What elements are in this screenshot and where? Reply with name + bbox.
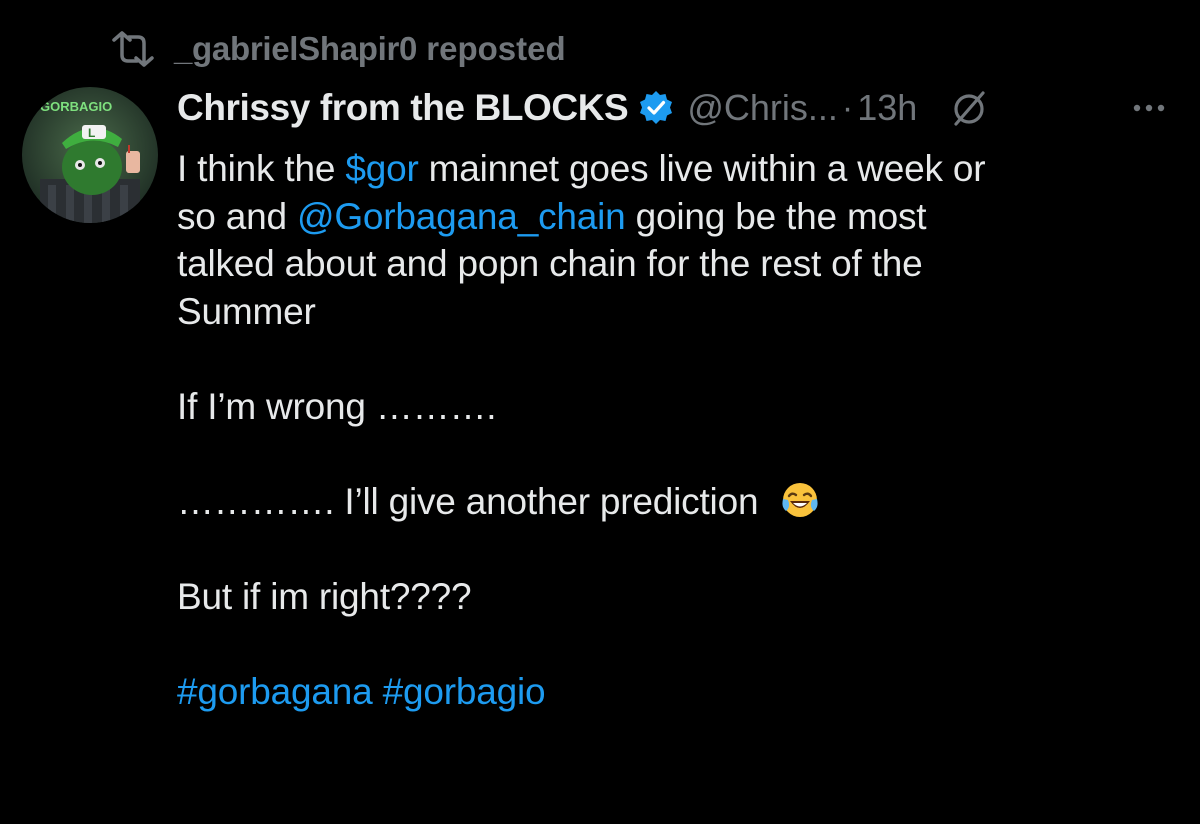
verified-badge-icon[interactable]: [637, 89, 675, 127]
text-segment: so and: [177, 195, 297, 237]
repost-icon: [110, 31, 156, 67]
hashtag-link[interactable]: #gorbagana: [177, 671, 373, 712]
tweet-time[interactable]: 13h: [857, 87, 917, 129]
tweet-line-4: Summer: [177, 290, 316, 332]
text-segment: going be the most: [625, 195, 927, 237]
reposter-name[interactable]: _gabrielShapir0: [174, 30, 417, 68]
face-with-tears-of-joy-emoji: [780, 480, 820, 520]
repost-label-text: reposted: [426, 30, 566, 67]
repost-indicator[interactable]: _gabrielShapir0 reposted: [110, 26, 566, 72]
tweet-line-5: If I’m wrong ……….: [177, 385, 497, 427]
tweet-line-2: so and @Gorbagana_chain going be the mos…: [177, 193, 1177, 241]
more-horizontal-icon[interactable]: [1129, 98, 1169, 118]
tweet-line-7: But if im right????: [177, 575, 472, 617]
display-name[interactable]: Chrissy from the BLOCKS: [177, 87, 629, 129]
text-segment: …………. I’ll give another prediction: [177, 480, 759, 522]
text-segment: I think the: [177, 148, 346, 189]
hashtag-link[interactable]: #gorbagio: [383, 671, 546, 712]
meta-separator: ·: [841, 88, 854, 127]
author-handle[interactable]: @Chris...: [687, 87, 838, 129]
svg-text:L: L: [88, 126, 95, 140]
tweet-line-1: I think the $gor mainnet goes live withi…: [177, 145, 1177, 193]
tweet-hashtags: #gorbagana #gorbagio: [177, 668, 1177, 716]
repost-label: reposted: [417, 30, 566, 68]
tweet-header: Chrissy from the BLOCKS @Chris... · 13h: [177, 80, 1177, 136]
mention-link[interactable]: @Gorbagana_chain: [297, 196, 626, 237]
tweet-text: I think the $gor mainnet goes live withi…: [177, 145, 1177, 715]
grok-icon[interactable]: [949, 88, 989, 128]
text-segment: mainnet goes live within a week or: [418, 148, 986, 189]
avatar-logo-text: GORBAGIO: [40, 99, 112, 114]
tweet-line-6: …………. I’ll give another prediction: [177, 478, 1177, 526]
avatar[interactable]: L GORBAGIO: [22, 87, 158, 223]
tweet-line-3: talked about and popn chain for the rest…: [177, 243, 923, 284]
cashtag-link[interactable]: $gor: [345, 148, 418, 189]
